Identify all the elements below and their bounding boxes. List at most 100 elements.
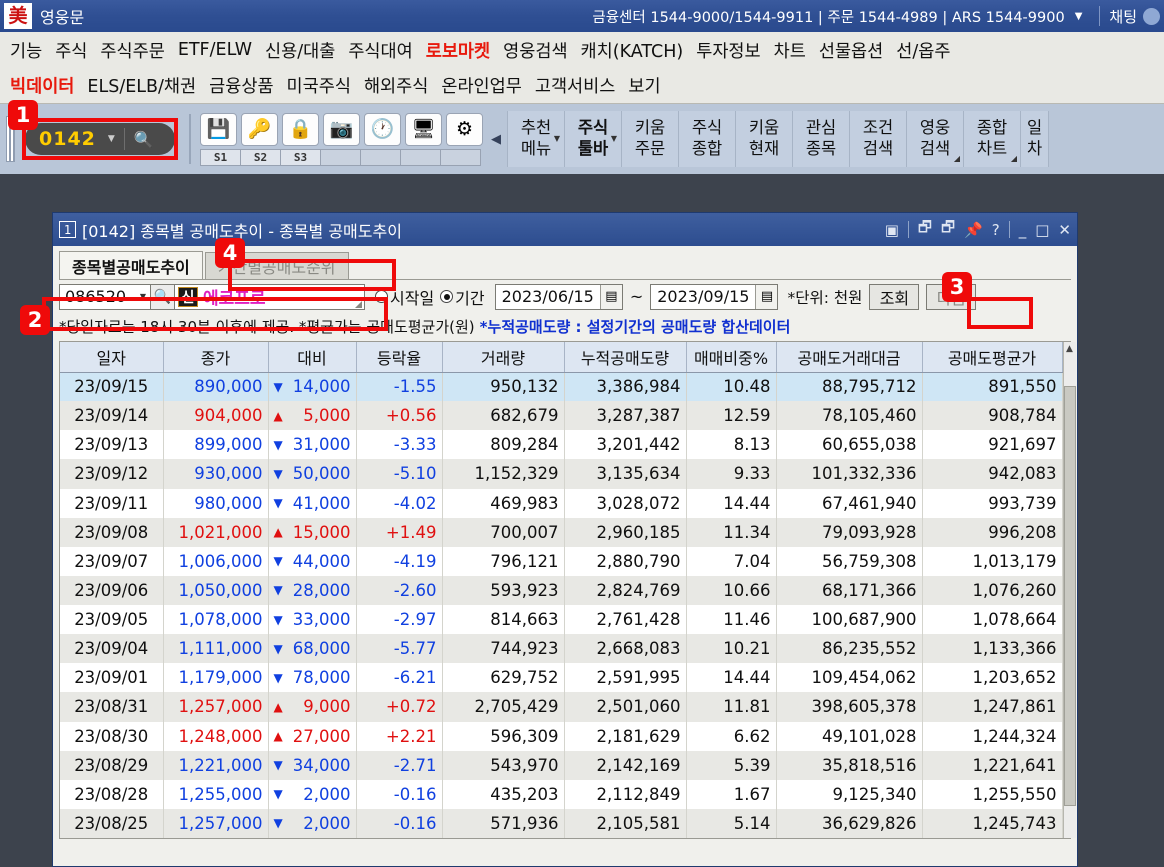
col-매매비중[interactable]: 매매비중% [686, 342, 776, 372]
stock-search-button[interactable]: 🔍 [151, 284, 175, 310]
table-row[interactable]: 23/09/11980,000▼41,000-4.02469,9833,028,… [60, 489, 1062, 518]
menu-item-etf-elw[interactable]: ETF/ELW [178, 40, 252, 60]
menu-item-선옵주[interactable]: 선/옵주 [896, 38, 950, 63]
radio-button-period[interactable] [440, 290, 453, 303]
slot-s3[interactable]: S3 [280, 149, 321, 166]
avatar[interactable] [1143, 8, 1160, 25]
toolbar-button-주식툴바[interactable]: 주식 툴바 ▼ [564, 111, 622, 167]
table-row[interactable]: 23/08/281,255,000▼2,000-0.16435,2032,112… [60, 780, 1062, 809]
toolbar-button-조건검색[interactable]: 조건 검색 [849, 111, 907, 167]
toolbar-button-키움현재[interactable]: 키움 현재 [735, 111, 793, 167]
col-공매도거래대금[interactable]: 공매도거래대금 [776, 342, 922, 372]
toolbar-button-관심종목[interactable]: 관심 종목 [792, 111, 850, 167]
date-to-field[interactable]: 2023/09/15 ▤ [650, 284, 778, 310]
menu-item-투자정보[interactable]: 투자정보 [696, 38, 760, 63]
table-row[interactable]: 23/09/011,179,000▼78,000-6.21629,7522,59… [60, 663, 1062, 692]
table-row[interactable]: 23/09/13899,000▼31,000-3.33809,2843,201,… [60, 430, 1062, 459]
col-일자[interactable]: 일자 [60, 342, 163, 372]
menu-item-캐치[interactable]: 캐치(KATCH) [581, 38, 684, 63]
menu-item-미국주식[interactable]: 미국주식 [287, 73, 351, 98]
menu-item-기능[interactable]: 기능 [10, 38, 42, 63]
menu-item-빅데이터[interactable]: 빅데이터 [10, 73, 74, 98]
clock-icon[interactable]: 🕐 [364, 113, 401, 146]
table-row[interactable]: 23/08/301,248,000▲27,000+2.21596,3092,18… [60, 722, 1062, 751]
stock-code-input[interactable]: 086520 ▼ [59, 284, 151, 310]
menu-item-영웅검색[interactable]: 영웅검색 [503, 38, 567, 63]
chat-button[interactable]: 채팅 [1109, 6, 1137, 27]
tab-종목별공매도추이[interactable]: 종목별공매도추이 [59, 251, 203, 279]
resize-corner-icon[interactable]: ◢ [1011, 154, 1017, 164]
inquiry-button[interactable]: 조회 [869, 284, 919, 310]
col-공매도평균가[interactable]: 공매도평균가 [922, 342, 1062, 372]
table-vertical-scrollbar[interactable]: ▲ [1063, 342, 1076, 838]
toolbar-button-영웅검색[interactable]: 영웅 검색 ◢ [906, 111, 964, 167]
resize-corner-icon[interactable]: ◢ [954, 154, 960, 164]
table-row[interactable]: 23/09/081,021,000▲15,000+1.49700,0072,96… [60, 518, 1062, 547]
menu-item-주식[interactable]: 주식 [55, 38, 87, 63]
camera-icon[interactable]: 📷 [323, 113, 360, 146]
slot-7[interactable] [440, 149, 481, 166]
maximize-icon[interactable]: □ [1035, 221, 1049, 239]
lock-icon[interactable]: 🔒 [282, 113, 319, 146]
resize-corner-icon[interactable] [355, 301, 362, 308]
memo-icon[interactable]: ▣ [885, 221, 899, 239]
key-icon[interactable]: 🔑 [241, 113, 278, 146]
search-icon[interactable]: 🔍 [134, 130, 154, 149]
menu-item-고객서비스[interactable]: 고객서비스 [535, 73, 616, 98]
stock-name-field[interactable]: 신 에코프로 [175, 284, 365, 310]
screen-code-input[interactable]: 0142 ▼ 🔍 [25, 123, 175, 155]
close-icon[interactable]: ✕ [1058, 221, 1071, 239]
menu-item-해외주식[interactable]: 해외주식 [364, 73, 428, 98]
minimize-icon[interactable]: _ [1019, 221, 1027, 239]
toolbar-button-종합차트[interactable]: 종합 차트 ◢ [963, 111, 1021, 167]
radio-시작일[interactable]: 시작일 [375, 285, 440, 309]
table-row[interactable]: 23/09/041,111,000▼68,000-5.77744,9232,66… [60, 634, 1062, 663]
menu-item-주식대여[interactable]: 주식대여 [348, 38, 412, 63]
slot-4[interactable] [320, 149, 361, 166]
chevron-down-icon[interactable]: ▼ [1075, 11, 1083, 22]
table-row[interactable]: 23/09/14904,000▲5,000+0.56682,6793,287,3… [60, 401, 1062, 430]
toolbar-button-키움주문[interactable]: 키움 주문 [621, 111, 679, 167]
col-등락율[interactable]: 등락율 [356, 342, 442, 372]
menu-item-온라인업무[interactable]: 온라인업무 [441, 73, 522, 98]
table-row[interactable]: 23/09/12930,000▼50,000-5.101,152,3293,13… [60, 459, 1062, 488]
table-row[interactable]: 23/08/291,221,000▼34,000-2.71543,9702,14… [60, 751, 1062, 780]
chevron-down-icon[interactable]: ▼ [140, 292, 146, 301]
chevron-down-icon[interactable]: ▼ [108, 134, 115, 144]
menu-item-차트[interactable]: 차트 [774, 38, 806, 63]
toolbar-button-일차[interactable]: 일 차 [1020, 111, 1049, 167]
slot-6[interactable] [400, 149, 441, 166]
gear-icon[interactable]: ⚙ [446, 113, 483, 146]
col-누적공매도량[interactable]: 누적공매도량 [564, 342, 686, 372]
menu-item-els-elb-채권[interactable]: ELS/ELB/채권 [87, 73, 196, 98]
date-from-field[interactable]: 2023/06/15 ▤ [495, 284, 623, 310]
chevron-down-icon[interactable]: ▼ [611, 134, 617, 144]
slot-s2[interactable]: S2 [240, 149, 281, 166]
table-row[interactable]: 23/09/051,078,000▼33,000-2.97814,6632,76… [60, 605, 1062, 634]
menu-item-보기[interactable]: 보기 [628, 73, 660, 98]
toolbar-button-추천메뉴[interactable]: 추천 메뉴 ▼ [507, 111, 565, 167]
monitor-icon[interactable]: 🖥 [405, 113, 442, 146]
table-row[interactable]: 23/09/071,006,000▼44,000-4.19796,1212,88… [60, 547, 1062, 576]
radio-button-start-date[interactable] [375, 290, 388, 303]
radio-기간[interactable]: 기간 [440, 285, 490, 309]
toolbar-button-주식종합[interactable]: 주식 종합 [678, 111, 736, 167]
col-종가[interactable]: 종가 [163, 342, 268, 372]
table-row[interactable]: 23/08/311,257,000▲9,000+0.722,705,4292,5… [60, 692, 1062, 721]
menu-item-신용대출[interactable]: 신용/대출 [265, 38, 335, 63]
scrollbar-thumb[interactable] [1064, 386, 1076, 806]
scroll-up-icon[interactable]: ▲ [1066, 342, 1073, 356]
calendar-icon[interactable]: ▤ [600, 285, 622, 309]
help-icon[interactable]: ? [992, 221, 1000, 239]
slot-s1[interactable]: S1 [200, 149, 241, 166]
save-icon[interactable]: 💾 [200, 113, 237, 146]
menu-item-로보마켓[interactable]: 로보마켓 [426, 38, 490, 63]
table-row[interactable]: 23/09/15890,000▼14,000-1.55950,1323,386,… [60, 372, 1062, 401]
pin-icon[interactable]: 📌 [964, 221, 983, 239]
table-row[interactable]: 23/08/251,257,000▼2,000-0.16571,9362,105… [60, 809, 1062, 838]
window-titlebar[interactable]: 1 [0142] 종목별 공매도추이 - 종목별 공매도추이 ▣ 🗗 🗗 📌 ?… [53, 213, 1077, 246]
calendar-icon[interactable]: ▤ [755, 285, 777, 309]
menu-item-금융상품[interactable]: 금융상품 [209, 73, 273, 98]
menu-item-선물옵션[interactable]: 선물옵션 [819, 38, 883, 63]
table-row[interactable]: 23/09/061,050,000▼28,000-2.60593,9232,82… [60, 576, 1062, 605]
